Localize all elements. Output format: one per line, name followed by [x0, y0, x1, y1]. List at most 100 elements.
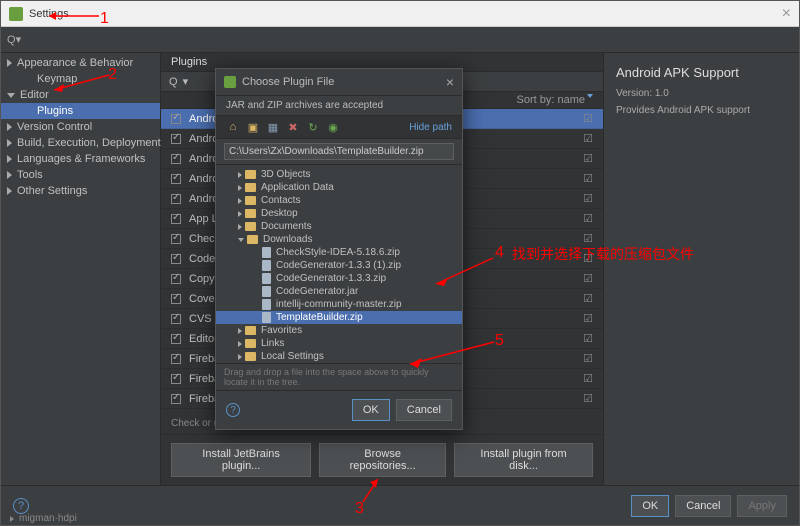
tree-row[interactable]: CodeGenerator-1.3.3 (1).zip [216, 259, 462, 272]
sidebar-item-label: Plugins [37, 105, 73, 117]
tree-row[interactable]: Links [216, 337, 462, 350]
plugin-checkbox[interactable] [171, 334, 181, 344]
sidebar-item-label: Version Control [17, 121, 92, 133]
settings-footer: ? OK Cancel Apply [1, 485, 799, 525]
help-icon[interactable]: ? [13, 498, 29, 514]
tree-row[interactable]: Local Settings [216, 350, 462, 363]
tree-row[interactable]: CodeGenerator-1.3.3.zip [216, 272, 462, 285]
folder-icon [245, 196, 256, 205]
sidebar-item-label: Keymap [37, 73, 77, 85]
plugins-search[interactable]: Q▾ [169, 75, 188, 88]
tree-item-label: Documents [261, 221, 312, 232]
show-hidden-icon[interactable]: ◉ [326, 120, 340, 134]
refresh-icon[interactable]: ↻ [306, 120, 320, 134]
tree-item-label: Contacts [261, 195, 300, 206]
tree-item-label: Desktop [261, 208, 298, 219]
file-toolbar: ⌂ ▣ ▦ ✖ ↻ ◉ Hide path [216, 116, 462, 139]
sidebar-item[interactable]: Plugins [1, 103, 160, 119]
window-close-icon[interactable]: × [782, 5, 791, 23]
app-icon [9, 7, 23, 21]
file-icon [262, 247, 271, 258]
folder-icon [245, 183, 256, 192]
sidebar-item[interactable]: Appearance & Behavior [1, 55, 160, 71]
path-input[interactable] [224, 143, 454, 160]
plugin-title: Android APK Support [616, 65, 787, 80]
sidebar-item[interactable]: Editor [1, 87, 160, 103]
tree-row[interactable]: Favorites [216, 324, 462, 337]
expand-icon [238, 198, 242, 204]
plugin-checkbox[interactable] [171, 194, 181, 204]
tree-row[interactable]: Application Data [216, 181, 462, 194]
settings-search[interactable]: Q ▾ [1, 33, 161, 46]
dialog-help-icon[interactable]: ? [226, 403, 240, 417]
apply-button[interactable]: Apply [737, 495, 787, 517]
folder-icon [245, 222, 256, 231]
sidebar-item-label: Build, Execution, Deployment [17, 137, 161, 149]
plugin-checkbox[interactable] [171, 254, 181, 264]
plugin-checkbox[interactable] [171, 354, 181, 364]
enabled-indicator: ☑ [583, 312, 593, 325]
dialog-cancel-button[interactable]: Cancel [396, 399, 452, 421]
sidebar-item-label: Editor [20, 89, 49, 101]
plugin-checkbox[interactable] [171, 374, 181, 384]
folder-icon [245, 170, 256, 179]
tree-row[interactable]: TemplateBuilder.zip [216, 311, 462, 324]
file-icon [262, 299, 271, 310]
plugin-checkbox[interactable] [171, 154, 181, 164]
tree-row[interactable]: CodeGenerator.jar [216, 285, 462, 298]
enabled-indicator: ☑ [583, 392, 593, 405]
plugin-checkbox[interactable] [171, 174, 181, 184]
tree-row[interactable]: Downloads [216, 233, 462, 246]
install-from-disk-button[interactable]: Install plugin from disk... [454, 443, 593, 477]
plugin-checkbox[interactable] [171, 394, 181, 404]
file-tree[interactable]: 3D ObjectsApplication Data Contacts Deskto… [216, 165, 462, 363]
install-jetbrains-button[interactable]: Install JetBrains plugin... [171, 443, 311, 477]
tree-row[interactable]: CheckStyle-IDEA-5.18.6.zip [216, 246, 462, 259]
tree-item-label: Application Data [261, 182, 334, 193]
tree-item-label: CheckStyle-IDEA-5.18.6.zip [276, 247, 400, 258]
enabled-indicator: ☑ [583, 172, 593, 185]
sidebar-item[interactable]: Keymap [1, 71, 160, 87]
sidebar-item-label: Other Settings [17, 185, 87, 197]
enabled-indicator: ☑ [583, 352, 593, 365]
sidebar-item[interactable]: Tools [1, 167, 160, 183]
status-strip: migman·hdpi [10, 513, 77, 524]
tree-row[interactable]: intellij-community-master.zip [216, 298, 462, 311]
tree-item-label: CodeGenerator-1.3.3 (1).zip [276, 260, 401, 271]
plugin-checkbox[interactable] [171, 294, 181, 304]
sidebar-item[interactable]: Build, Execution, Deployment [1, 135, 160, 151]
tree-row[interactable]: Documents [216, 220, 462, 233]
sidebar-item[interactable]: Other Settings [1, 183, 160, 199]
home-icon[interactable]: ⌂ [226, 120, 240, 134]
expand-icon [7, 139, 12, 147]
enabled-indicator: ☑ [583, 192, 593, 205]
tree-row[interactable]: Contacts [216, 194, 462, 207]
tree-row[interactable]: 3D Objects [216, 168, 462, 181]
file-icon [262, 273, 271, 284]
plugin-checkbox[interactable] [171, 214, 181, 224]
tree-row[interactable]: Desktop [216, 207, 462, 220]
enabled-indicator: ☑ [583, 132, 593, 145]
plugin-version: Version: 1.0 [616, 88, 787, 99]
project-icon[interactable]: ▣ [246, 120, 260, 134]
new-folder-icon[interactable]: ▦ [266, 120, 280, 134]
tree-item-label: Downloads [263, 234, 312, 245]
hide-path-link[interactable]: Hide path [409, 122, 452, 133]
dialog-close-icon[interactable]: × [446, 74, 454, 90]
plugin-checkbox[interactable] [171, 134, 181, 144]
cancel-button[interactable]: Cancel [675, 495, 731, 517]
sidebar-item[interactable]: Version Control [1, 119, 160, 135]
ok-button[interactable]: OK [631, 495, 669, 517]
expand-icon [238, 185, 242, 191]
plugin-checkbox[interactable] [171, 274, 181, 284]
plugin-details-pane: Android APK Support Version: 1.0 Provide… [604, 53, 799, 485]
browse-repositories-button[interactable]: Browse repositories... [319, 443, 446, 477]
plugin-checkbox[interactable] [171, 234, 181, 244]
delete-icon[interactable]: ✖ [286, 120, 300, 134]
enabled-indicator: ☑ [583, 292, 593, 305]
plugin-checkbox[interactable] [171, 314, 181, 324]
sidebar-item[interactable]: Languages & Frameworks [1, 151, 160, 167]
dialog-ok-button[interactable]: OK [352, 399, 390, 421]
choose-plugin-file-dialog: Choose Plugin File × JAR and ZIP archive… [215, 68, 463, 430]
plugin-checkbox[interactable] [171, 114, 181, 124]
